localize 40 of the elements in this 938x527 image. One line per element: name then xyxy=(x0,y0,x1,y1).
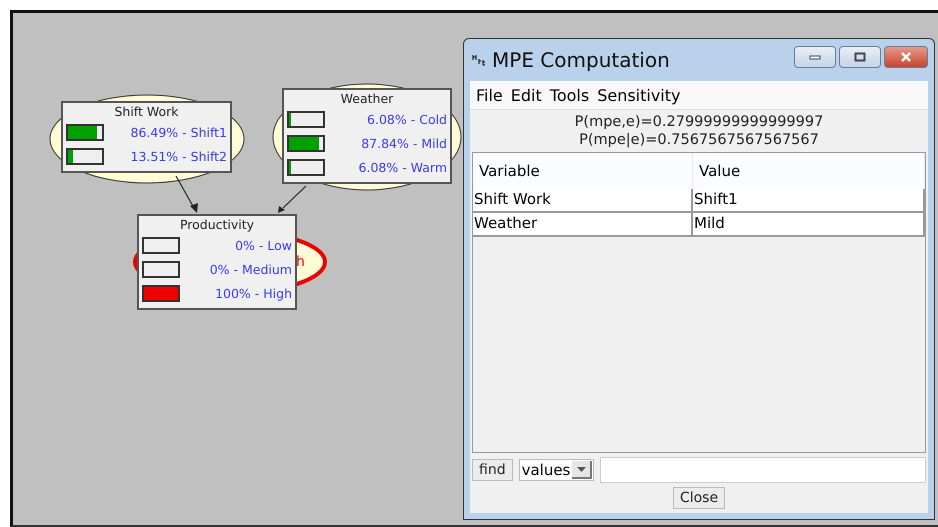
menu-item[interactable]: Sensitivity xyxy=(597,86,680,104)
window-title: MPE Computation xyxy=(492,48,671,72)
close-icon xyxy=(900,52,912,62)
table-cell: Mild xyxy=(693,213,925,235)
state-label: 6.08% - Cold xyxy=(366,112,447,126)
probability-text: P(mpe|e)=0.7567567567567567 xyxy=(578,131,820,149)
node-label: h xyxy=(296,254,305,270)
state-label: 86.49% - Shift1 xyxy=(130,124,227,140)
close-button[interactable] xyxy=(884,46,928,68)
minimize-button[interactable] xyxy=(794,46,836,68)
state-label: 6.08% - Warm xyxy=(358,160,447,174)
close-dialog-button[interactable]: Close xyxy=(672,487,726,509)
node-title: Shift Work xyxy=(113,104,180,120)
maximize-button[interactable] xyxy=(839,46,881,68)
search-mode-dropdown[interactable]: values xyxy=(518,459,594,481)
menu-item[interactable]: Edit xyxy=(510,86,542,104)
state-label: 87.84% - Mild xyxy=(360,136,447,150)
network-node[interactable]: Weather 6.08% - Cold 87.84% - Mild 6.08% - Warm xyxy=(282,88,452,184)
table-cell: Shift1 xyxy=(693,189,925,211)
node-title: Productivity xyxy=(178,217,256,233)
node-title: Weather xyxy=(340,91,394,107)
app-icon xyxy=(472,54,486,66)
state-label: 0% - Medium xyxy=(208,262,292,276)
table-cell: Shift Work xyxy=(473,189,693,211)
table-cell: Weather xyxy=(473,213,693,235)
probability-text: P(mpe,e)=0.27999999999999997 xyxy=(574,113,824,131)
arrow xyxy=(278,186,306,213)
menu-item[interactable]: Tools xyxy=(550,86,590,104)
state-label: 0% - Low xyxy=(234,238,292,252)
minimize-icon xyxy=(809,54,821,60)
menu-item[interactable]: File xyxy=(476,86,503,104)
network-node[interactable]: Shift Work 86.49% - Shift1 13.51% - Shift2 xyxy=(61,101,232,173)
state-label: 13.51% - Shift2 xyxy=(130,148,227,164)
maximize-icon xyxy=(854,52,866,62)
search-field[interactable] xyxy=(600,457,926,483)
caret-icon xyxy=(572,461,592,479)
find-button[interactable]: find xyxy=(472,459,513,481)
network-node[interactable]: Productivity 0% - Low 0% - Medium 100% - High xyxy=(137,214,297,310)
state-label: 100% - High xyxy=(214,286,292,300)
arrow xyxy=(175,176,198,213)
